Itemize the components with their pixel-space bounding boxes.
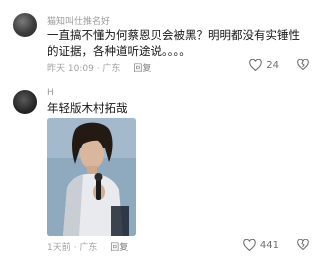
comment-meta: 昨天 10:09 · 广东 回复	[47, 61, 151, 74]
heart-icon[interactable]	[243, 239, 256, 251]
comment-actions: 441	[243, 239, 309, 251]
reply-button[interactable]: 回复	[110, 243, 128, 253]
comment-time: 1天前	[47, 243, 71, 253]
avatar[interactable]	[13, 90, 37, 114]
comment-actions: 24	[249, 59, 309, 71]
comment-item: 猫知叫仕推名好 一直搞不懂为何蔡恩贝会被黑？明明都没有实锤性的证据，各种道听途说…	[0, 0, 324, 80]
comment-meta: 1天前 · 广东 回复	[47, 240, 128, 253]
dislike-icon[interactable]	[297, 239, 309, 251]
reply-button[interactable]: 回复	[133, 64, 151, 74]
comment-text: 年轻版木村拓哉	[47, 101, 128, 115]
comment-time: 昨天 10:09	[47, 64, 94, 74]
dislike-icon[interactable]	[297, 59, 309, 71]
like-count: 24	[266, 59, 279, 71]
comment-username[interactable]: H	[47, 88, 54, 98]
comment-location: 广东	[102, 64, 121, 74]
like-count: 441	[259, 239, 279, 251]
heart-icon[interactable]	[249, 59, 263, 71]
comment-username[interactable]: 猫知叫仕推名好	[47, 14, 110, 27]
avatar[interactable]	[13, 13, 37, 37]
comment-text: 一直搞不懂为何蔡恩贝会被黑？明明都没有实锤性的证据，各种道听途说。。。。	[47, 28, 300, 58]
comment-location: 广东	[79, 243, 98, 253]
comment-image[interactable]	[47, 118, 136, 236]
